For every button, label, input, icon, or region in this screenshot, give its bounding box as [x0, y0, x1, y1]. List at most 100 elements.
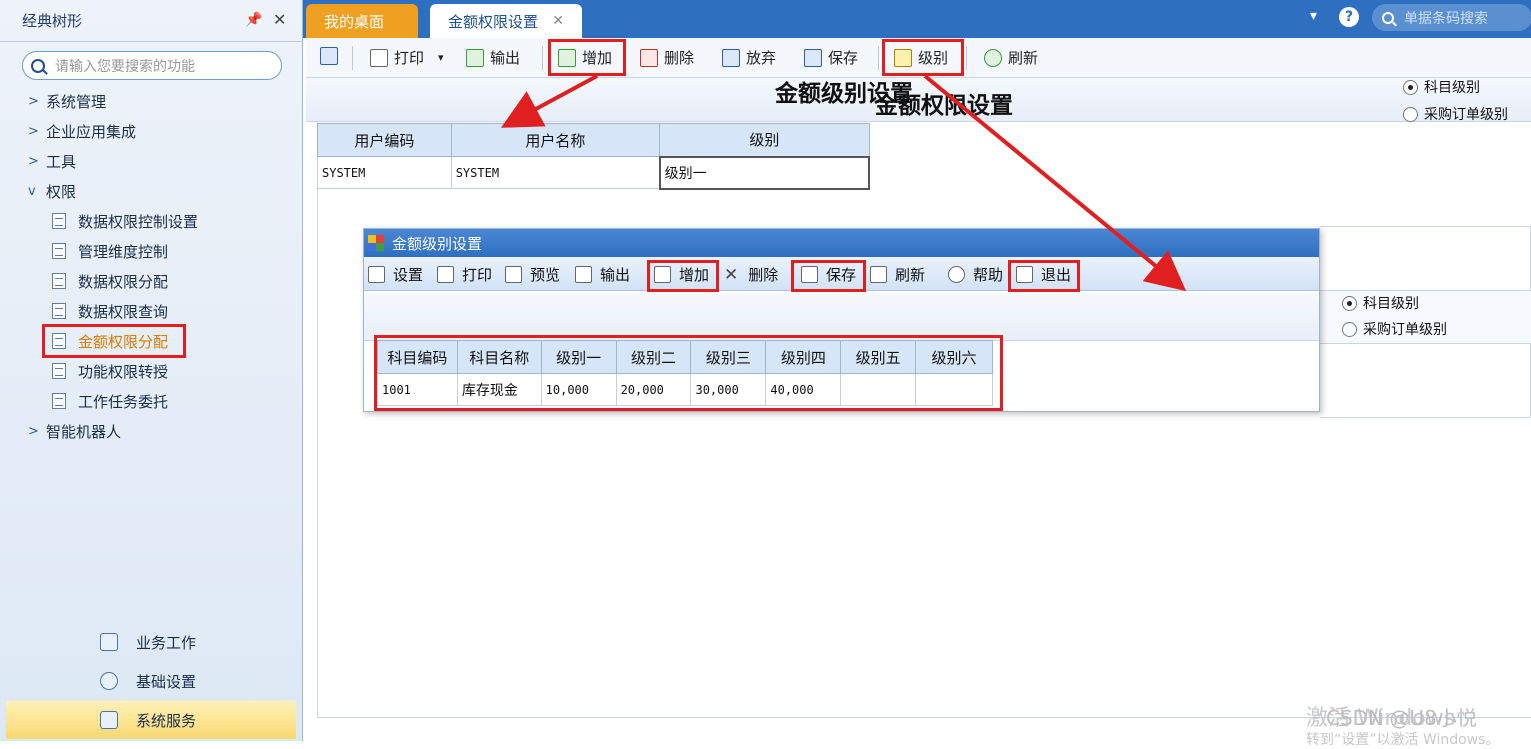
- highlight-box: [1008, 260, 1080, 292]
- tab-amount-permission[interactable]: 金额权限设置 ✕: [430, 4, 582, 38]
- dialog-settings-button[interactable]: 设置: [368, 264, 423, 285]
- tree-leaf-label: 管理维度控制: [78, 242, 169, 261]
- printer-icon: [370, 48, 388, 67]
- button-label: 删除: [748, 266, 779, 284]
- column-header[interactable]: 级别: [659, 123, 870, 157]
- barcode-search-input[interactable]: 单据条码搜索: [1372, 4, 1531, 31]
- pin-icon[interactable]: 📌: [245, 12, 262, 28]
- separator: [966, 46, 967, 70]
- document-icon: [52, 273, 66, 289]
- export-icon: [466, 48, 484, 67]
- table-cell[interactable]: 级别一: [658, 155, 871, 190]
- tree-leaf-task-delegation[interactable]: 工作任务委托: [0, 386, 302, 416]
- dialog-preview-button[interactable]: 预览: [505, 264, 560, 285]
- discard-button[interactable]: 放弃: [722, 47, 776, 68]
- dropdown-icon[interactable]: ▾: [1310, 8, 1317, 24]
- tree-leaf-data-permission-query[interactable]: 数据权限查询: [0, 296, 302, 326]
- button-label: 放弃: [746, 49, 777, 67]
- radio-label: 采购订单级别: [1363, 322, 1447, 338]
- expand-button[interactable]: [320, 47, 344, 65]
- tree-node-label: 权限: [46, 182, 77, 201]
- search-icon: [31, 58, 45, 73]
- sidebar-title: 经典树形: [22, 12, 83, 30]
- tree-node-enterprise-integration[interactable]: > 企业应用集成: [0, 116, 302, 146]
- highlight-box: [791, 260, 866, 292]
- table-row[interactable]: SYSTEM SYSTEM 级别一: [317, 155, 871, 190]
- print-button[interactable]: 打印 ▾: [370, 47, 444, 68]
- tree-leaf-data-permission-assign[interactable]: 数据权限分配: [0, 266, 302, 296]
- close-icon[interactable]: ✕: [273, 10, 286, 29]
- export-button[interactable]: 输出: [466, 47, 520, 68]
- highlight-box: [42, 324, 186, 358]
- system-service-icon: [100, 711, 118, 729]
- document-icon: [52, 243, 66, 259]
- column-header[interactable]: 用户名称: [450, 123, 661, 157]
- tree-node-system-management[interactable]: > 系统管理: [0, 86, 302, 116]
- tab-my-desktop[interactable]: 我的桌面: [306, 4, 418, 38]
- radio-purchase-order-level[interactable]: 采购订单级别: [1403, 104, 1508, 124]
- app-logo-icon: [368, 235, 384, 251]
- button-label: 保存: [828, 49, 859, 67]
- tree-node-tools[interactable]: > 工具: [0, 146, 302, 176]
- dialog-export-button[interactable]: 输出: [575, 264, 630, 285]
- separator: [542, 46, 543, 70]
- dialog-refresh-button[interactable]: 刷新: [870, 264, 925, 285]
- table-cell[interactable]: SYSTEM: [317, 156, 452, 189]
- document-icon: [52, 213, 66, 229]
- nav-label: 系统服务: [136, 711, 197, 730]
- dialog-title: 金额级别设置: [392, 234, 483, 253]
- barcode-search-placeholder: 单据条码搜索: [1404, 10, 1488, 27]
- chevron-down-icon[interactable]: ▾: [438, 51, 444, 64]
- highlight-box: [882, 39, 964, 76]
- close-icon: ✕: [724, 264, 739, 285]
- button-label: 刷新: [895, 266, 926, 284]
- dialog-radio-subject-level[interactable]: 科目级别: [1342, 293, 1419, 313]
- tree-node-permissions[interactable]: v 权限: [0, 176, 302, 206]
- dialog-delete-button[interactable]: ✕ 删除: [724, 264, 778, 285]
- preview-icon: [505, 266, 522, 283]
- button-label: 打印: [394, 49, 425, 67]
- tree-leaf-dimension-control[interactable]: 管理维度控制: [0, 236, 302, 266]
- delete-button[interactable]: 删除: [640, 47, 694, 68]
- button-label: 输出: [600, 266, 631, 284]
- dialog-print-button[interactable]: 打印: [437, 264, 492, 285]
- help-icon: [948, 266, 965, 283]
- radio-subject-level[interactable]: 科目级别: [1403, 77, 1480, 97]
- tree-leaf-function-permission-transfer[interactable]: 功能权限转授: [0, 356, 302, 386]
- button-label: 输出: [490, 49, 521, 67]
- dialog-titlebar[interactable]: 金额级别设置: [364, 229, 1319, 257]
- document-icon: [52, 363, 66, 379]
- watermark-text: 转到“设置”以激活 Windows。: [1306, 732, 1500, 748]
- highlight-box: [374, 335, 1003, 411]
- column-header[interactable]: 用户编码: [317, 123, 452, 157]
- tree-node-smart-robot[interactable]: > 智能机器人: [0, 416, 302, 446]
- help-icon[interactable]: ?: [1339, 7, 1359, 27]
- table-cell[interactable]: SYSTEM: [450, 156, 661, 189]
- dialog-radio-purchase-order-level[interactable]: 采购订单级别: [1342, 319, 1447, 339]
- close-tab-icon[interactable]: ✕: [552, 13, 564, 29]
- nav-basic-settings[interactable]: 基础设置: [0, 662, 302, 700]
- user-level-table: 用户编码 用户名称 级别 SYSTEM SYSTEM 级别一: [317, 123, 871, 190]
- dialog-help-button[interactable]: 帮助: [948, 264, 1003, 285]
- tree-leaf-data-permission-control[interactable]: 数据权限控制设置: [0, 206, 302, 236]
- refresh-button[interactable]: 刷新: [984, 47, 1038, 68]
- gear-icon: [100, 672, 118, 690]
- tree-leaf-label: 数据权限分配: [78, 272, 169, 291]
- tree-node-label: 智能机器人: [46, 422, 122, 441]
- sidebar-header: 经典树形 📌 ✕: [0, 0, 302, 42]
- function-tree: > 系统管理 > 企业应用集成 > 工具 v 权限 数据权限控制设置 管理维度控制 数据…: [0, 86, 302, 446]
- tree-leaf-label: 数据权限控制设置: [78, 212, 199, 231]
- radio-label: 科目级别: [1424, 80, 1480, 96]
- main-content-area: [317, 122, 1531, 718]
- tree-leaf-label: 功能权限转授: [78, 362, 169, 381]
- highlight-box: [647, 260, 719, 292]
- function-search-input[interactable]: 请输入您要搜索的功能: [22, 51, 282, 80]
- nav-business-work[interactable]: 业务工作: [0, 623, 302, 661]
- delete-icon: [640, 48, 658, 67]
- tree-leaf-label: 工作任务委托: [78, 392, 169, 411]
- watermark-text: CSDN @U8小悦: [1326, 706, 1477, 730]
- nav-system-service[interactable]: 系统服务: [6, 701, 296, 739]
- tree-node-label: 系统管理: [46, 92, 107, 111]
- search-icon: [1382, 11, 1394, 24]
- save-button[interactable]: 保存: [804, 47, 858, 68]
